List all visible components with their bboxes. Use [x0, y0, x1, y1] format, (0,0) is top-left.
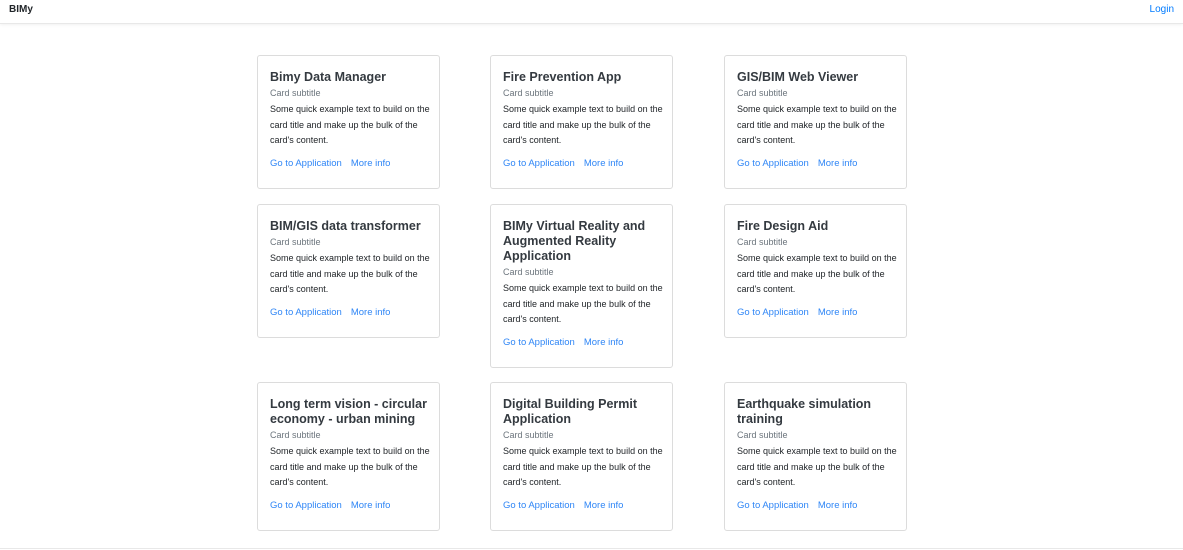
card-text: Some quick example text to build on the …: [737, 446, 897, 487]
card-title: Digital Building Permit Application: [503, 397, 638, 426]
more-info-link[interactable]: More info: [818, 158, 858, 169]
app-card: Fire Prevention App Card subtitle Some q…: [490, 55, 673, 189]
card-links: Go to Application More info: [737, 500, 894, 512]
app-card: Bimy Data Manager Card subtitle Some qui…: [257, 55, 440, 189]
more-info-link[interactable]: More info: [351, 158, 391, 169]
card-subtitle: Card subtitle: [270, 430, 321, 440]
app-card: BIM/GIS data transformer Card subtitle S…: [257, 204, 440, 338]
app-card: BIMy Virtual Reality and Augmented Reali…: [490, 204, 673, 368]
more-info-link[interactable]: More info: [351, 500, 391, 511]
card-subtitle: Card subtitle: [503, 267, 554, 277]
card-text: Some quick example text to build on the …: [503, 104, 663, 145]
login-link[interactable]: Login: [1150, 4, 1174, 15]
top-navbar: BIMy Login: [0, 0, 1183, 24]
card-text: Some quick example text to build on the …: [270, 104, 430, 145]
go-to-application-link[interactable]: Go to Application: [737, 307, 809, 318]
card-text: Some quick example text to build on the …: [270, 446, 430, 487]
card-subtitle: Card subtitle: [270, 88, 321, 98]
card-subtitle: Card subtitle: [737, 430, 788, 440]
card-subtitle: Card subtitle: [503, 430, 554, 440]
app-card: Fire Design Aid Card subtitle Some quick…: [724, 204, 907, 338]
card-title: Fire Design Aid: [737, 219, 829, 233]
card-text: Some quick example text to build on the …: [270, 253, 430, 294]
card-subtitle: Card subtitle: [270, 237, 321, 247]
card-text: Some quick example text to build on the …: [737, 104, 897, 145]
go-to-application-link[interactable]: Go to Application: [270, 500, 342, 511]
card-title: BIMy Virtual Reality and Augmented Reali…: [503, 219, 646, 263]
app-card: Digital Building Permit Application Card…: [490, 382, 673, 531]
more-info-link[interactable]: More info: [584, 500, 624, 511]
card-links: Go to Application More info: [503, 337, 660, 349]
go-to-application-link[interactable]: Go to Application: [270, 158, 342, 169]
app-card: GIS/BIM Web Viewer Card subtitle Some qu…: [724, 55, 907, 189]
card-links: Go to Application More info: [270, 307, 427, 319]
more-info-link[interactable]: More info: [584, 337, 624, 348]
card-title: Earthquake simulation training: [737, 397, 872, 426]
card-subtitle: Card subtitle: [737, 88, 788, 98]
card-title: GIS/BIM Web Viewer: [737, 70, 859, 84]
card-title: BIM/GIS data transformer: [270, 219, 421, 233]
more-info-link[interactable]: More info: [584, 158, 624, 169]
card-title: Bimy Data Manager: [270, 70, 387, 84]
card-text: Some quick example text to build on the …: [503, 446, 663, 487]
more-info-link[interactable]: More info: [351, 307, 391, 318]
card-subtitle: Card subtitle: [503, 88, 554, 98]
card-links: Go to Application More info: [503, 500, 660, 512]
more-info-link[interactable]: More info: [818, 307, 858, 318]
card-links: Go to Application More info: [270, 500, 427, 512]
card-title: Long term vision - circular economy - ur…: [270, 397, 427, 426]
card-subtitle: Card subtitle: [737, 237, 788, 247]
go-to-application-link[interactable]: Go to Application: [737, 158, 809, 169]
brand-logo[interactable]: BIMy: [9, 4, 33, 15]
card-text: Some quick example text to build on the …: [503, 283, 663, 324]
go-to-application-link[interactable]: Go to Application: [737, 500, 809, 511]
card-title: Fire Prevention App: [503, 70, 622, 84]
go-to-application-link[interactable]: Go to Application: [270, 307, 342, 318]
card-links: Go to Application More info: [737, 158, 894, 170]
card-links: Go to Application More info: [503, 158, 660, 170]
card-text: Some quick example text to build on the …: [737, 253, 897, 294]
app-card: Earthquake simulation training Card subt…: [724, 382, 907, 531]
go-to-application-link[interactable]: Go to Application: [503, 500, 575, 511]
more-info-link[interactable]: More info: [818, 500, 858, 511]
footer-divider: [0, 548, 1183, 549]
go-to-application-link[interactable]: Go to Application: [503, 337, 575, 348]
card-links: Go to Application More info: [737, 307, 894, 319]
go-to-application-link[interactable]: Go to Application: [503, 158, 575, 169]
app-card: Long term vision - circular economy - ur…: [257, 382, 440, 531]
card-links: Go to Application More info: [270, 158, 427, 170]
